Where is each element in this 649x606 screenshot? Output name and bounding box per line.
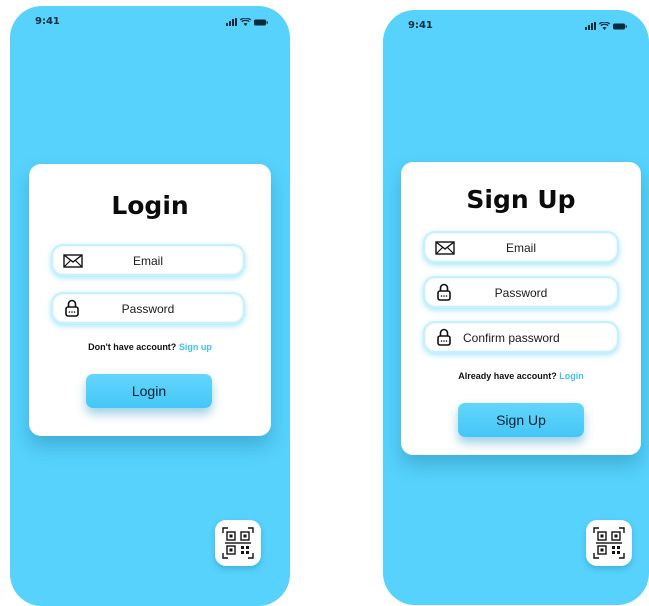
qr-code-icon [593,527,625,559]
signup-button[interactable]: Sign Up [458,403,584,437]
status-time: 9:41 [35,16,60,27]
confirm-password-field[interactable]: Confirm password [423,321,619,353]
battery-icon [613,23,627,30]
login-phone-screen: 9:41 Login Email Password Don't have acc… [10,6,290,606]
login-card: Login Email Password Don't have account?… [29,164,271,436]
signup-card: Sign Up Email Password Confirm password … [401,162,641,455]
email-field[interactable]: Email [51,244,245,276]
password-field[interactable]: Password [51,292,245,324]
qr-scan-button[interactable] [586,520,632,566]
password-field-label: Password [494,286,548,300]
signup-phone-screen: 9:41 Sign Up Email Password Confirm pass… [383,10,649,605]
lock-icon [437,328,451,350]
signup-link[interactable]: Sign up [179,342,212,352]
qr-code-icon [222,527,254,559]
login-prompt-text: Already have account? [458,371,557,381]
signup-prompt-text: Don't have account? [88,342,177,352]
login-title: Login [111,191,189,220]
email-field-label: Email [505,241,536,255]
status-icons [585,22,627,30]
signal-icon [226,18,237,26]
battery-icon [254,19,268,26]
password-field[interactable]: Password [423,276,619,308]
password-field-label: Password [121,302,175,316]
confirm-password-field-label: Confirm password [463,331,560,345]
signal-icon [585,22,596,30]
status-time: 9:41 [408,20,433,31]
signup-title: Sign Up [466,185,576,214]
wifi-icon [240,18,251,26]
email-field-label: Email [132,254,163,268]
wifi-icon [599,22,610,30]
signup-prompt: Don't have account? Sign up [29,342,271,352]
login-button[interactable]: Login [86,374,212,408]
qr-scan-button[interactable] [215,520,261,566]
email-field[interactable]: Email [423,231,619,263]
login-link[interactable]: Login [559,371,584,381]
login-prompt: Already have account? Login [401,371,641,381]
status-icons [226,18,268,26]
